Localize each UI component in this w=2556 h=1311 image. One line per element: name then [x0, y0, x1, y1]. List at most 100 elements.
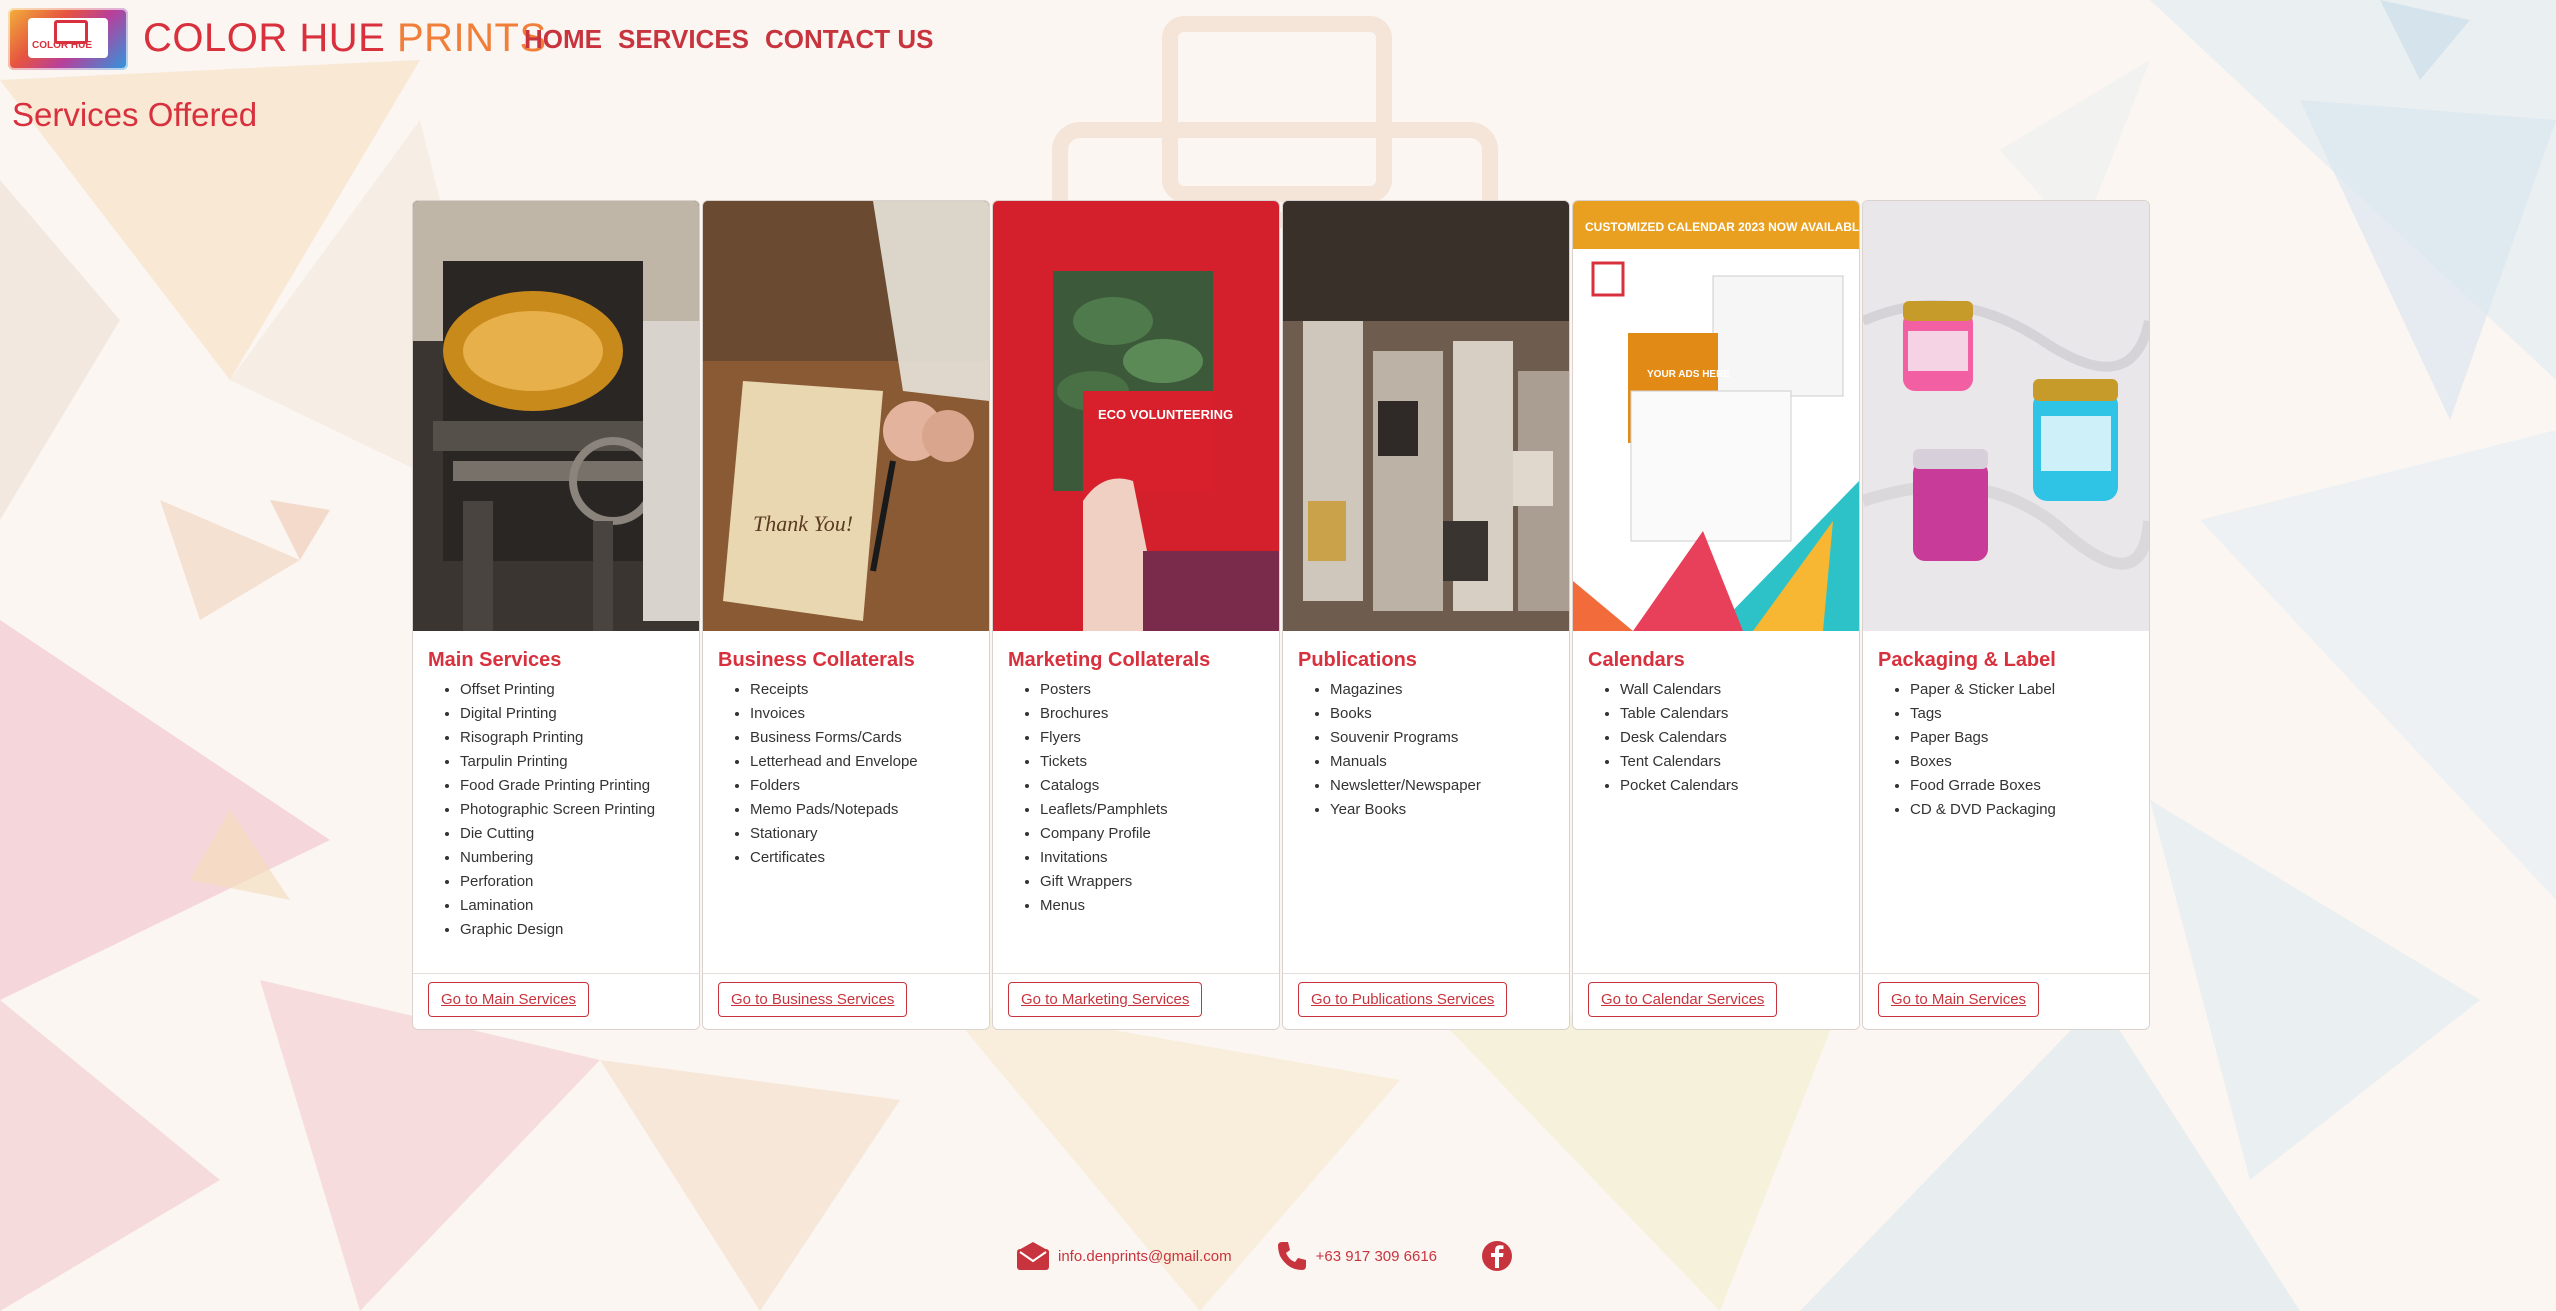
nav-services[interactable]: SERVICES [618, 24, 749, 55]
phone-icon [1276, 1240, 1308, 1272]
list-item: Company Profile [1040, 822, 1279, 846]
list-item: Pocket Calendars [1620, 774, 1859, 798]
list-item: Flyers [1040, 726, 1279, 750]
envelope-icon [1016, 1241, 1050, 1271]
main-nav: HOME SERVICES CONTACT US [524, 24, 934, 55]
list-item: Perforation [460, 870, 699, 894]
list-item: Memo Pads/Notepads [750, 798, 989, 822]
image-text: ECO VOLUNTEERING [1098, 407, 1233, 422]
list-item: Receipts [750, 678, 989, 702]
list-item: Catalogs [1040, 774, 1279, 798]
list-item: Food Grade Printing Printing [460, 774, 699, 798]
service-card-business: Thank You! Business Collaterals Receipts… [702, 200, 990, 1030]
card-title: Packaging & Label [1878, 649, 2056, 671]
go-to-publications-services-button[interactable]: Go to Publications Services [1298, 982, 1508, 1017]
go-to-marketing-services-button[interactable]: Go to Marketing Services [1008, 982, 1203, 1017]
card-footer: Go to Main Services [413, 973, 699, 1029]
list-item: Leaflets/Pamphlets [1040, 798, 1279, 822]
list-item: Folders [750, 774, 989, 798]
go-to-main-services-button[interactable]: Go to Main Services [428, 982, 590, 1017]
facebook-link[interactable] [1481, 1240, 1513, 1272]
marketing-collaterals-image: ECO VOLUNTEERING [993, 201, 1279, 631]
service-card-packaging: Packaging & Label Paper & Sticker Label … [1862, 200, 2150, 1030]
card-title: Main Services [428, 649, 562, 671]
email-text: info.denprints@gmail.com [1058, 1247, 1232, 1265]
brand-name[interactable]: COLOR HUE PRINTS [143, 16, 547, 61]
service-cards: Main Services Offset Printing Digital Pr… [412, 200, 2150, 1030]
service-list: Offset Printing Digital Printing Risogra… [413, 678, 699, 942]
list-item: Certificates [750, 846, 989, 870]
calendar-banner: CUSTOMIZED CALENDAR 2023 NOW AVAILABLE [1585, 220, 1859, 234]
calendars-image: CUSTOMIZED CALENDAR 2023 NOW AVAILABLE Y… [1573, 201, 1859, 631]
card-footer: Go to Main Services [1863, 973, 2149, 1029]
list-item: Newsletter/Newspaper [1330, 774, 1569, 798]
list-item: Tags [1910, 702, 2149, 726]
list-item: Lamination [460, 894, 699, 918]
publications-image [1283, 201, 1569, 631]
list-item: Letterhead and Envelope [750, 750, 989, 774]
ad-placeholder: YOUR ADS HERE [1647, 369, 1730, 380]
list-item: Offset Printing [460, 678, 699, 702]
go-to-main-services-button-packaging[interactable]: Go to Main Services [1878, 982, 2040, 1017]
go-to-business-services-button[interactable]: Go to Business Services [718, 982, 908, 1017]
list-item: Gift Wrappers [1040, 870, 1279, 894]
list-item: Food Grrade Boxes [1910, 774, 2149, 798]
card-title: Marketing Collaterals [1008, 649, 1211, 671]
card-footer: Go to Calendar Services [1573, 973, 1859, 1029]
list-item: Tent Calendars [1620, 750, 1859, 774]
list-item: Paper Bags [1910, 726, 2149, 750]
nav-home[interactable]: HOME [524, 24, 602, 55]
list-item: Souvenir Programs [1330, 726, 1569, 750]
brand-logo[interactable]: COLOR HUE [8, 8, 128, 70]
contact-footer: info.denprints@gmail.com +63 917 309 661… [1016, 1240, 1557, 1272]
card-title: Business Collaterals [718, 649, 915, 671]
list-item: Risograph Printing [460, 726, 699, 750]
list-item: Die Cutting [460, 822, 699, 846]
list-item: Table Calendars [1620, 702, 1859, 726]
list-item: Invoices [750, 702, 989, 726]
packaging-label-image [1863, 201, 2149, 631]
card-title: Publications [1298, 649, 1417, 671]
contact-email[interactable]: info.denprints@gmail.com [1016, 1241, 1232, 1271]
brand-part1: COLOR HUE [143, 16, 386, 60]
service-list: Posters Brochures Flyers Tickets Catalog… [993, 678, 1279, 918]
list-item: Magazines [1330, 678, 1569, 702]
list-item: Business Forms/Cards [750, 726, 989, 750]
list-item: Brochures [1040, 702, 1279, 726]
list-item: Books [1330, 702, 1569, 726]
list-item: Boxes [1910, 750, 2149, 774]
list-item: Manuals [1330, 750, 1569, 774]
logo-text: COLOR HUE [32, 40, 92, 51]
image-text: Thank You! [753, 511, 853, 536]
list-item: Graphic Design [460, 918, 699, 942]
card-footer: Go to Marketing Services [993, 973, 1279, 1029]
list-item: Paper & Sticker Label [1910, 678, 2149, 702]
facebook-icon [1481, 1240, 1513, 1272]
service-list: Receipts Invoices Business Forms/Cards L… [703, 678, 989, 870]
list-item: Posters [1040, 678, 1279, 702]
card-footer: Go to Publications Services [1283, 973, 1569, 1029]
list-item: Year Books [1330, 798, 1569, 822]
contact-phone[interactable]: +63 917 309 6616 [1276, 1240, 1437, 1272]
card-footer: Go to Business Services [703, 973, 989, 1029]
phone-text: +63 917 309 6616 [1315, 1247, 1438, 1265]
list-item: Digital Printing [460, 702, 699, 726]
list-item: Tickets [1040, 750, 1279, 774]
service-card-main: Main Services Offset Printing Digital Pr… [412, 200, 700, 1030]
main-services-image [413, 201, 699, 631]
service-list: Magazines Books Souvenir Programs Manual… [1283, 678, 1569, 822]
list-item: Tarpulin Printing [460, 750, 699, 774]
list-item: Invitations [1040, 846, 1279, 870]
service-card-calendars: CUSTOMIZED CALENDAR 2023 NOW AVAILABLE Y… [1572, 200, 1860, 1030]
list-item: CD & DVD Packaging [1910, 798, 2149, 822]
service-list: Paper & Sticker Label Tags Paper Bags Bo… [1863, 678, 2149, 822]
go-to-calendar-services-button[interactable]: Go to Calendar Services [1588, 982, 1778, 1017]
nav-contact-us[interactable]: CONTACT US [765, 24, 934, 55]
list-item: Desk Calendars [1620, 726, 1859, 750]
list-item: Photographic Screen Printing [460, 798, 699, 822]
service-list: Wall Calendars Table Calendars Desk Cale… [1573, 678, 1859, 798]
business-collaterals-image: Thank You! [703, 201, 989, 631]
list-item: Menus [1040, 894, 1279, 918]
list-item: Wall Calendars [1620, 678, 1859, 702]
list-item: Numbering [460, 846, 699, 870]
